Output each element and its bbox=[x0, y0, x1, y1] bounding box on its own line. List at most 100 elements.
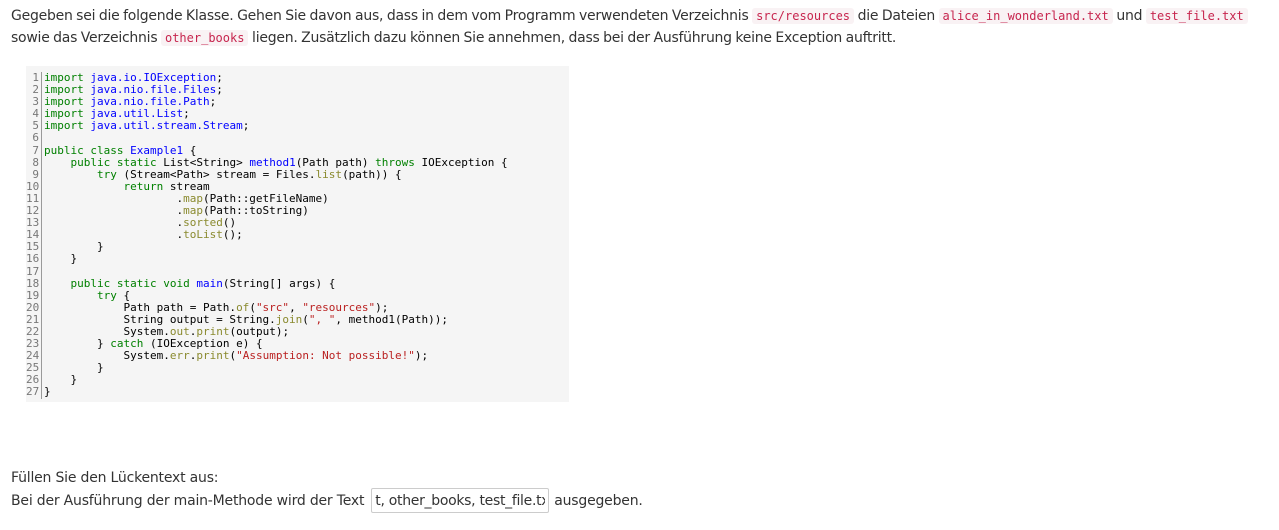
code-line: 16 } bbox=[26, 253, 569, 266]
code-token: toList bbox=[183, 228, 223, 242]
code-token: java.util.List bbox=[90, 107, 184, 121]
inline-code-alice-file: alice_in_wonderland.txt bbox=[938, 8, 1113, 24]
intro-text-3: und bbox=[1112, 8, 1146, 24]
code-token: (String[] args) { bbox=[222, 276, 336, 290]
code-token: map bbox=[183, 204, 203, 218]
code-token: stream bbox=[163, 179, 210, 193]
code-token: . bbox=[44, 228, 184, 242]
code-token: (Path path) bbox=[295, 155, 376, 169]
code-token: (IOException e) { bbox=[143, 337, 263, 351]
code-token: System. bbox=[44, 349, 170, 363]
code-token: ; bbox=[242, 119, 250, 133]
line-number: 27 bbox=[26, 386, 42, 399]
code-token: } bbox=[44, 385, 51, 399]
code-token: throws bbox=[375, 155, 415, 169]
line-number: 16 bbox=[26, 253, 42, 266]
code-line: 27} bbox=[26, 386, 569, 399]
code-token: out bbox=[169, 324, 190, 338]
code-token: ; bbox=[183, 107, 190, 121]
code-token: try bbox=[96, 167, 117, 181]
code-token: import bbox=[44, 119, 84, 133]
code-line: 25 } bbox=[26, 361, 569, 375]
code-token: ( bbox=[249, 300, 256, 314]
code-text: import java.util.stream.Stream; bbox=[44, 120, 249, 132]
code-token: print bbox=[196, 324, 230, 338]
code-token: . bbox=[44, 191, 184, 205]
code-token: (output); bbox=[229, 324, 290, 338]
line-number: 19 bbox=[26, 289, 42, 302]
code-token: System. bbox=[44, 324, 170, 338]
code-line: 26 } bbox=[26, 373, 569, 387]
cloze-prompt: Füllen Sie den Lückentext aus: bbox=[11, 470, 219, 486]
code-token: ", " bbox=[308, 312, 336, 326]
code-token: java.util.stream.Stream bbox=[90, 119, 243, 133]
code-line: 5 import java.util.stream.Stream; bbox=[26, 120, 569, 133]
code-token: } bbox=[44, 240, 104, 254]
code-token: sorted bbox=[183, 216, 223, 230]
code-token: , method1(Path)); bbox=[335, 312, 449, 326]
code-token: err bbox=[169, 349, 190, 363]
code-token: method1 bbox=[249, 155, 296, 169]
code-token: String output = String. bbox=[44, 312, 276, 326]
code-token: (Path::getFileName) bbox=[202, 191, 329, 205]
code-token: catch bbox=[110, 337, 144, 351]
code-token: java.nio.file.Files bbox=[90, 83, 217, 97]
code-token: join bbox=[275, 312, 303, 326]
code-token: } bbox=[44, 373, 78, 387]
cloze-text-after: ausgegeben. bbox=[554, 492, 643, 509]
code-token: List bbox=[156, 155, 190, 169]
quiz-page: Gegeben sei die folgende Klasse. Gehen S… bbox=[0, 0, 1279, 530]
code-token: { bbox=[116, 288, 131, 302]
code-token: "resources" bbox=[302, 300, 376, 314]
code-token: map bbox=[183, 191, 203, 205]
inline-code-src-resources: src/resources bbox=[752, 8, 855, 24]
cloze-text-before: Bei der Ausführung der main-Methode wird… bbox=[11, 492, 365, 509]
cloze-answer-input[interactable] bbox=[371, 488, 550, 513]
code-token: , bbox=[289, 300, 303, 314]
code-token: print bbox=[196, 349, 230, 363]
code-token: } bbox=[44, 361, 104, 375]
line-number: 17 bbox=[26, 265, 42, 278]
code-token: java.nio.file.Path bbox=[90, 95, 210, 109]
code-token: ); bbox=[414, 349, 429, 363]
question-intro: Gegeben sei die folgende Klasse. Gehen S… bbox=[11, 5, 1273, 49]
line-number: 6 bbox=[26, 132, 42, 145]
code-token: public static bbox=[70, 155, 157, 169]
code-token: Example1 bbox=[130, 143, 184, 157]
line-number: 8 bbox=[26, 156, 42, 169]
inline-code-other-books: other_books bbox=[160, 30, 249, 46]
intro-text-5: liegen. Zusätzlich dazu können Sie anneh… bbox=[248, 30, 897, 46]
line-number: 7 bbox=[26, 144, 42, 157]
code-token: ; bbox=[216, 83, 223, 97]
code-token: () bbox=[222, 216, 237, 230]
code-token: <Path> bbox=[169, 167, 210, 181]
code-token: of bbox=[236, 300, 250, 314]
code-token: (Stream bbox=[116, 167, 170, 181]
code-token: ); bbox=[375, 300, 389, 314]
code-token: import bbox=[44, 71, 84, 84]
code-token: list bbox=[315, 167, 343, 181]
code-token: import bbox=[44, 107, 84, 121]
code-token: return bbox=[123, 179, 164, 193]
code-text: } bbox=[44, 386, 51, 398]
intro-text-4: sowie das Verzeichnis bbox=[11, 30, 161, 46]
intro-text-1: Gegeben sei die folgende Klasse. Gehen S… bbox=[11, 8, 753, 24]
cloze-answer-row: Bei der Ausführung der main-Methode wird… bbox=[11, 488, 643, 513]
code-line: 15 } bbox=[26, 240, 569, 254]
line-number: 18 bbox=[26, 277, 42, 290]
code-token: } bbox=[44, 337, 111, 351]
code-token: { bbox=[183, 143, 197, 157]
code-token: try bbox=[96, 288, 117, 302]
code-token: Path path = Path. bbox=[44, 300, 237, 314]
code-token: (Path::toString) bbox=[202, 204, 309, 218]
code-token: ( bbox=[302, 312, 309, 326]
code-token: IOException { bbox=[414, 155, 508, 169]
code-token: ; bbox=[209, 95, 217, 109]
code-token: public static void bbox=[70, 276, 190, 290]
code-listing: 1 import java.io.IOException; 2 import java… bbox=[26, 66, 569, 402]
